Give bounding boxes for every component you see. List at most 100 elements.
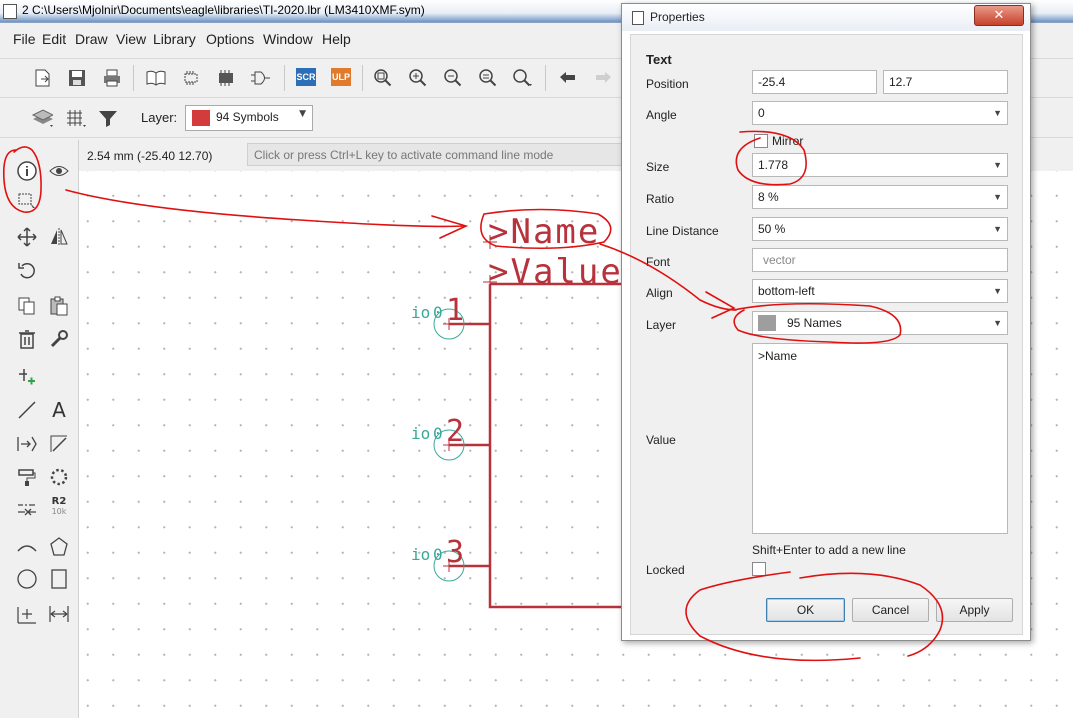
chevron-down-icon: ▼ [299,109,306,119]
value-textarea[interactable]: >Name [752,343,1008,534]
align-select[interactable]: bottom-left ▼ [752,279,1008,303]
menu-edit[interactable]: Edit [42,31,66,47]
line-distance-label: Line Distance [646,224,719,238]
font-label: Font [646,255,671,269]
cancel-button[interactable]: Cancel [852,598,929,622]
size-select[interactable]: 1.778 ▼ [752,153,1008,177]
layer-select[interactable]: 94 Symbols ▼ [185,105,313,131]
menu-options[interactable]: Options [206,31,254,47]
ratio-select[interactable]: 8 % ▼ [752,185,1008,209]
position-y-input[interactable]: 12.7 [883,70,1008,94]
script-button[interactable]: SCR [296,68,316,86]
layer-color-swatch [758,315,776,331]
dialog-layer-select[interactable]: 95 Names ▼ [752,311,1008,335]
zoom-in-icon[interactable] [407,67,429,89]
text-tool-icon[interactable]: A [48,398,70,422]
ratio-value: 8 % [758,190,779,204]
line-distance-select[interactable]: 50 % ▼ [752,217,1008,241]
mirror-checkbox[interactable] [754,134,768,148]
ok-button[interactable]: OK [766,598,845,622]
attribute-tool[interactable]: R2 10k [48,496,70,518]
value-placeholder-text[interactable]: >Value [488,252,623,292]
size-value: 1.778 [758,158,789,172]
polygon-icon[interactable] [48,536,70,558]
circle-icon[interactable] [16,568,38,590]
rotate-icon[interactable] [16,259,38,281]
save-icon[interactable] [66,67,88,89]
apply-button[interactable]: Apply [936,598,1013,622]
position-x-input[interactable]: -25.4 [752,70,877,94]
wrench-icon[interactable] [48,328,70,350]
pin-1-dir-label: 0 [433,303,443,322]
pin-2-dir-label: 0 [433,424,443,443]
layer-select-value: 94 Symbols [216,110,279,124]
menu-library[interactable]: Library [153,31,196,47]
delete-icon[interactable] [16,328,38,350]
chevron-down-icon: ▼ [993,192,1002,202]
brush-icon[interactable] [16,466,38,488]
zoom-redraw-icon[interactable] [477,67,499,89]
package-icon[interactable] [180,67,202,89]
select-group-icon[interactable] [16,190,38,212]
menu-window[interactable]: Window [263,31,313,47]
undo-icon[interactable] [557,67,579,89]
command-line-input[interactable]: Click or press Ctrl+L key to activate co… [247,143,627,166]
chevron-down-icon: ▼ [993,318,1002,328]
copy-icon[interactable] [16,295,38,317]
attribute-value-label: 10k [51,507,67,516]
arc-icon[interactable] [16,536,38,558]
menu-file[interactable]: File [13,31,36,47]
dimension-icon[interactable] [48,603,70,625]
pin-2-io-label: io [411,424,430,443]
zoom-fit-icon[interactable] [372,67,394,89]
mirror-icon[interactable] [48,226,70,248]
chevron-down-icon: ▼ [993,286,1002,296]
menu-draw[interactable]: Draw [75,31,108,47]
app-icon [3,4,17,19]
rectangle-icon[interactable] [48,568,70,590]
chevron-down-icon: ▼ [993,160,1002,170]
position-label: Position [646,77,689,91]
line-icon[interactable] [16,399,38,421]
filter-icon[interactable] [97,107,119,129]
pin-direction-icon[interactable] [16,433,38,455]
menu-view[interactable]: View [116,31,146,47]
zoom-select-icon[interactable] [512,67,534,89]
grid-icon[interactable] [64,107,86,129]
move-icon[interactable] [16,226,38,248]
library-book-icon[interactable] [145,67,167,89]
ratio-label: Ratio [646,192,675,206]
size-label: Size [646,160,670,174]
paste-icon[interactable] [48,295,70,317]
layer-settings-icon[interactable] [31,107,53,129]
close-button[interactable]: ✕ [974,5,1024,26]
dotted-circle-icon[interactable] [48,466,70,488]
ulp-button[interactable]: ULP [331,68,351,86]
add-pin-icon[interactable] [16,365,38,387]
mark-origin-icon[interactable] [16,603,38,625]
layer-color-swatch [192,110,210,126]
chevron-down-icon: ▼ [993,224,1002,234]
arc-corner-icon[interactable] [48,433,70,455]
pin-2-number: 2 [446,414,464,449]
symbol-gate-icon[interactable] [250,67,272,89]
toolbar-separator [545,65,546,91]
device-icon[interactable] [215,67,237,89]
zoom-out-icon[interactable] [442,67,464,89]
eye-icon[interactable] [48,160,70,182]
angle-select[interactable]: 0 ▼ [752,101,1008,125]
split-icon[interactable] [16,498,38,520]
redo-icon[interactable] [592,67,614,89]
locked-checkbox[interactable] [752,562,766,576]
pin-1-io-label: io [411,303,430,322]
angle-label: Angle [646,108,677,122]
menu-help[interactable]: Help [322,31,351,47]
layer-label: Layer [646,318,677,332]
attribute-name-label: R2 [51,496,67,507]
dialog-icon [632,11,644,25]
name-placeholder-text[interactable]: >Name [488,212,600,252]
dialog-body: Text Position -25.4 12.7 Angle 0 ▼ Mirro… [630,34,1023,635]
print-icon[interactable] [101,67,123,89]
info-icon[interactable] [16,160,38,182]
open-icon[interactable] [31,67,53,89]
